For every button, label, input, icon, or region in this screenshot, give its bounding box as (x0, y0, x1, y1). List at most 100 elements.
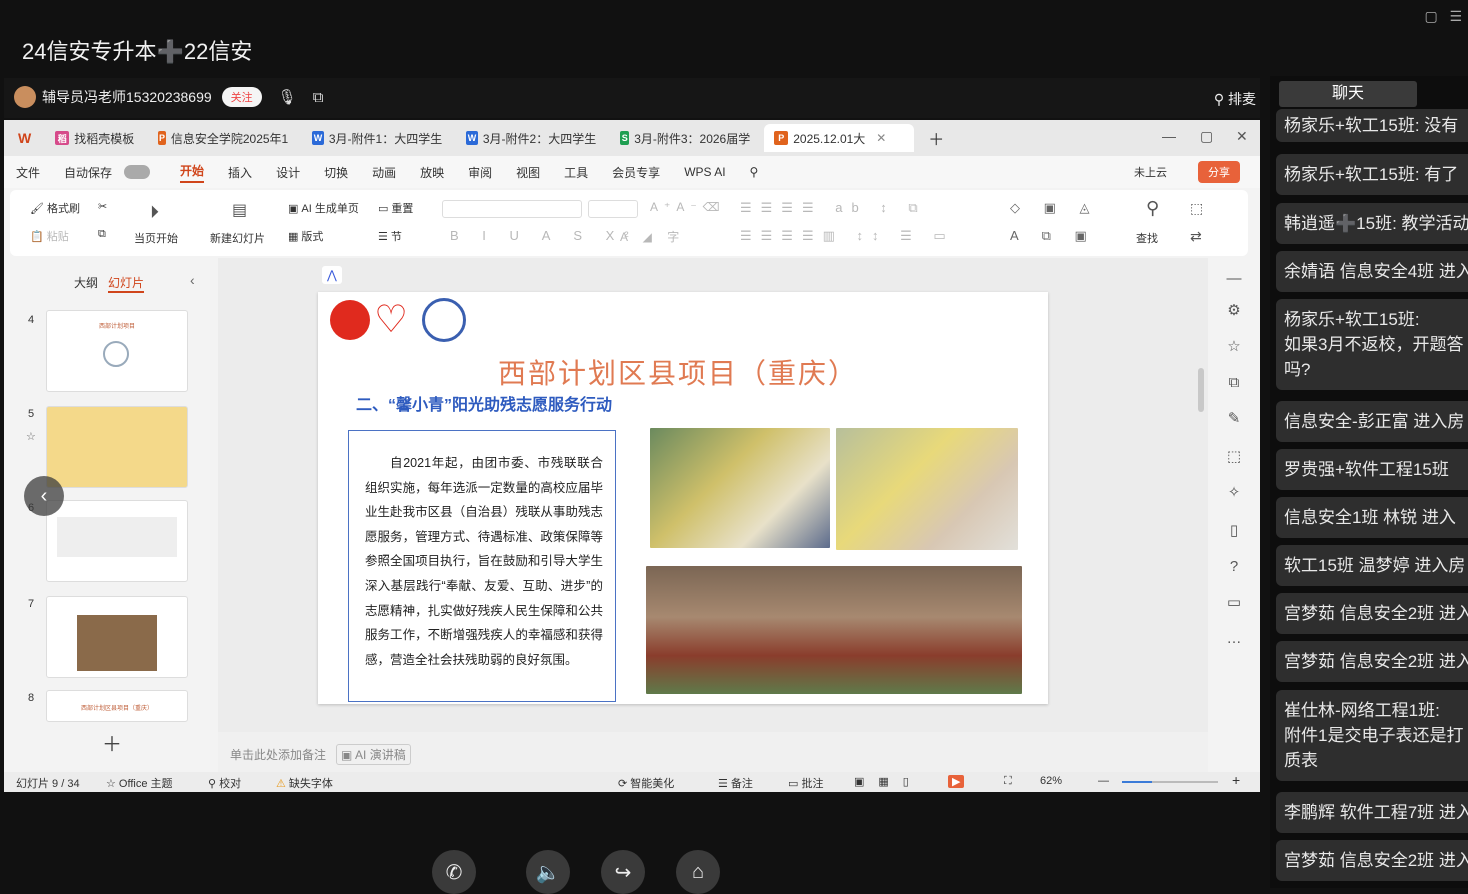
beautify-button[interactable]: ⟳ 智能美化 (618, 775, 674, 791)
screen-share-icon[interactable]: ⧉ (313, 89, 324, 106)
proof-button[interactable]: ⚲ 校对 (208, 775, 241, 791)
star-icon[interactable]: ☆ (1225, 338, 1243, 356)
theme-button[interactable]: ☆ Office 主题 (106, 775, 173, 791)
cut-icon[interactable]: ✂ (98, 200, 107, 213)
tab-slides[interactable]: 幻灯片 (108, 274, 145, 293)
menu-design[interactable]: 设计 (276, 164, 300, 181)
animation-icon[interactable]: ✧ (1225, 484, 1243, 502)
tab-outline[interactable]: 大纲 (74, 274, 98, 291)
font-color-group[interactable]: A ◢ 字 (620, 228, 685, 245)
sharer-avatar[interactable] (14, 86, 36, 108)
paste-button[interactable]: 📋 粘贴 (30, 228, 69, 244)
arrange-group[interactable]: A ⧉ ▣ (1010, 228, 1097, 244)
copy-icon[interactable]: ⧉ (1225, 374, 1243, 392)
font-size-select[interactable] (588, 200, 638, 218)
copy-icon[interactable]: ⧉ (98, 228, 106, 241)
slide-thumbnail[interactable] (46, 596, 188, 678)
zoom-in-icon[interactable]: + (1232, 772, 1240, 788)
follow-button[interactable]: 关注 (221, 87, 262, 107)
comments-button[interactable]: ▭ 批注 (788, 775, 823, 791)
autosave-toggle[interactable] (124, 165, 151, 179)
menu-slideshow[interactable]: 放映 (420, 164, 444, 181)
minus-icon[interactable]: — (1225, 270, 1243, 288)
more-icon[interactable]: … (1225, 630, 1243, 648)
layout-button[interactable]: ▦ 版式 (288, 228, 323, 244)
zoom-out-icon[interactable]: — (1098, 775, 1109, 787)
hangup-button[interactable]: ✆ (432, 850, 476, 894)
find-button[interactable]: 查找 (1136, 230, 1158, 246)
tab-docer[interactable]: 稻找稻壳模板 (45, 124, 144, 152)
section-button[interactable]: ☰ 节 (378, 228, 402, 244)
new-slide-icon[interactable]: ▤ (232, 200, 247, 220)
menu-wps-ai[interactable]: WPS AI (684, 165, 725, 179)
current-slide[interactable]: ♡ 西部计划区县项目（重庆） 二、“馨小青”阳光助残志愿服务行动 自2021年起… (318, 292, 1048, 704)
restore-icon[interactable]: ▢ (1200, 128, 1213, 145)
cloud-status[interactable]: 未上云 (1134, 164, 1167, 180)
select-icon[interactable]: ⬚ (1190, 200, 1203, 217)
shape-icon[interactable]: ⬚ (1225, 448, 1243, 466)
window-controls[interactable]: ▢ ☰ (1425, 8, 1462, 25)
wps-home-button[interactable]: W (8, 124, 41, 152)
play-icon[interactable]: ⏵ (150, 202, 159, 223)
close-icon[interactable]: ✕ (1236, 128, 1248, 145)
slide-thumbnail[interactable]: 西部计划项目 (46, 310, 188, 392)
format-painter-button[interactable]: 🖌 格式刷 (30, 200, 80, 216)
zoom-slider[interactable] (1122, 781, 1218, 783)
menu-insert[interactable]: 插入 (228, 164, 252, 181)
view-mode-group[interactable]: ▣▦▯ (854, 775, 923, 788)
menu-autosave[interactable]: 自动保存 (64, 164, 112, 181)
zoom-level[interactable]: 62% (1040, 775, 1062, 787)
menu-view[interactable]: 视图 (516, 164, 540, 181)
comment-icon[interactable]: ▭ (1225, 594, 1243, 612)
new-tab-button[interactable]: ＋ (918, 124, 954, 152)
canvas-scrollbar[interactable] (1198, 368, 1204, 412)
star-icon[interactable]: ☆ (26, 430, 36, 443)
slide-thumbnail[interactable]: 西部计划区县项目（重庆） (46, 690, 188, 722)
wps-ai-float-icon[interactable]: ⋀ (322, 266, 342, 284)
tab-close-icon[interactable]: ✕ (876, 131, 886, 145)
book-icon[interactable]: ▯ (1225, 522, 1243, 540)
font-name-select[interactable] (442, 200, 582, 218)
menu-file[interactable]: 文件 (16, 164, 40, 181)
help-icon[interactable]: ? (1225, 558, 1243, 576)
menu-animation[interactable]: 动画 (372, 164, 396, 181)
collapse-icon[interactable]: ‹ (190, 272, 195, 288)
fit-icon[interactable]: ⛶ (1004, 775, 1012, 788)
notes-placeholder[interactable]: 单击此处添加备注 (230, 746, 326, 763)
align-group[interactable]: ☰☰☰☰▥ ↕↕ ☰ ▭ (740, 228, 955, 244)
slide-thumbnail[interactable] (46, 406, 188, 488)
home-settings-button[interactable]: ⌂ (676, 850, 720, 894)
tab-ppt-active[interactable]: P 2025.12.01大 ✕ (764, 124, 915, 152)
tab-word-2[interactable]: W 3月-附件2：大四学生 (456, 124, 606, 152)
list-group[interactable]: ☰☰☰☰ ab ↕ ⧉ (740, 200, 927, 216)
tab-ppt-1[interactable]: P 信息安全学院2025年1 (148, 124, 298, 152)
menu-transition[interactable]: 切换 (324, 164, 348, 181)
add-slide-button[interactable]: ＋ (102, 728, 122, 757)
ai-generate-button[interactable]: ▣ AI 生成单页 (288, 200, 359, 216)
microphone-icon[interactable]: 🎙 (278, 88, 297, 106)
prev-page-button[interactable]: ‹ (24, 476, 64, 516)
ai-notes-button[interactable]: ▣ AI 演讲稿 (336, 744, 411, 765)
adjust-icon[interactable]: ⚙ (1225, 302, 1243, 320)
menu-member[interactable]: 会员专享 (612, 164, 660, 181)
speaker-button[interactable]: 🔈 (526, 850, 570, 894)
tools-icon[interactable]: ✎ (1225, 410, 1243, 428)
menu-tools[interactable]: 工具 (564, 164, 588, 181)
reset-button[interactable]: ▭ 重置 (378, 200, 413, 216)
find-icon[interactable]: ⚲ (1146, 198, 1159, 219)
tab-excel[interactable]: S 3月-附件3：2026届学 (610, 124, 760, 152)
menu-review[interactable]: 审阅 (468, 164, 492, 181)
text-format-group[interactable]: B I U A S X² (450, 228, 639, 243)
share-forward-button[interactable]: ↪ (601, 850, 645, 894)
shape-group[interactable]: ◇ ▣ ◬ (1010, 200, 1100, 216)
search-icon[interactable]: ⚲ (750, 165, 759, 179)
play-button[interactable]: ▶ (948, 775, 965, 788)
mic-queue-button[interactable]: ⚲ 排麦 (1214, 89, 1256, 109)
new-slide-button[interactable]: 新建幻灯片 (210, 230, 265, 246)
font-grow-group[interactable]: A⁺A⁻⌫ (650, 200, 726, 214)
menu-home[interactable]: 开始 (180, 162, 205, 183)
replace-icon[interactable]: ⇄ (1190, 228, 1202, 245)
play-from-current-button[interactable]: 当页开始 (134, 230, 178, 246)
tab-word-1[interactable]: W 3月-附件1：大四学生 (302, 124, 452, 152)
share-button[interactable]: 分享 (1198, 161, 1240, 183)
